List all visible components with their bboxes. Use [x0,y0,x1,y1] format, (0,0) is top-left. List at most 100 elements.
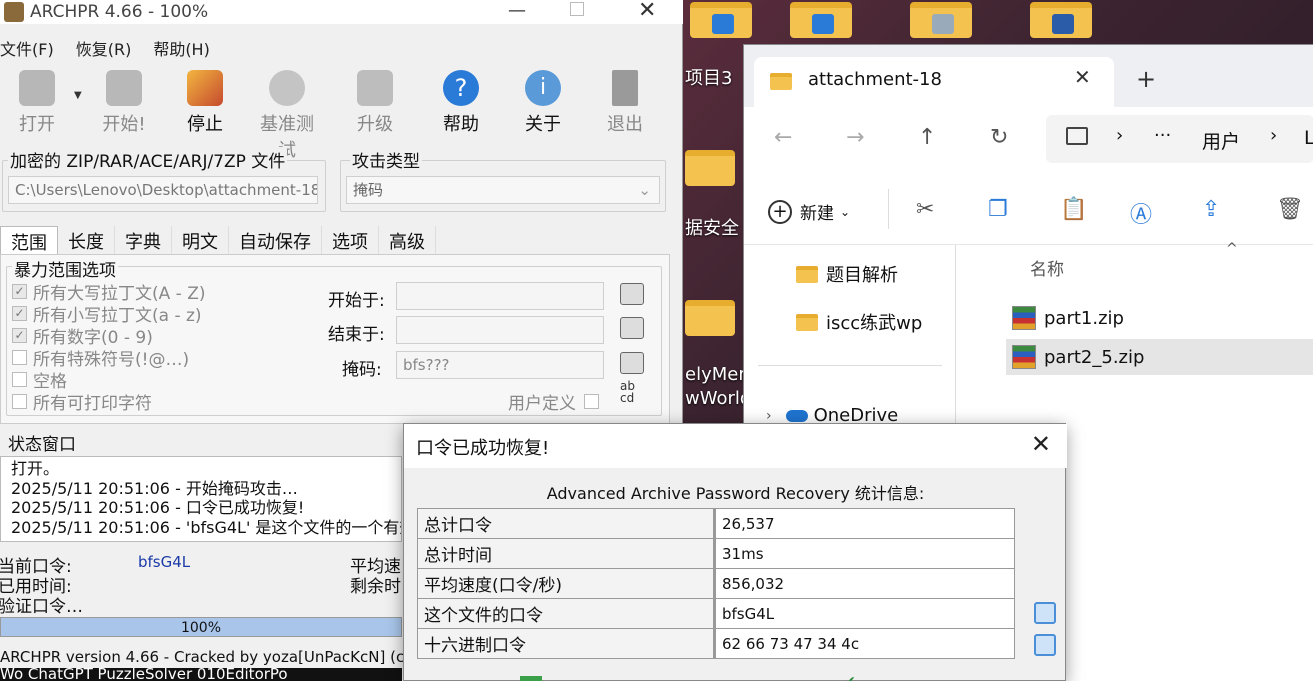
attack-type-label: 攻击类型 [350,147,422,172]
column-header-name[interactable]: 名称 [1030,255,1064,280]
tab-autosave[interactable]: 自动保存 [229,226,322,254]
file-item[interactable]: part1.zip [1012,301,1313,335]
exit-button[interactable]: 退出 [590,66,660,136]
copy-password-icon[interactable] [1034,602,1056,624]
back-arrow-icon[interactable]: ← [774,125,792,150]
tab-advanced[interactable]: 高级 [379,226,436,254]
status-log[interactable]: 打开。 2025/5/11 20:51:06 - 开始掩码攻击… 2025/5/… [0,456,402,542]
rename-icon[interactable]: Ⓐ [1130,197,1152,229]
folder-icon [770,73,792,90]
upgrade-button[interactable]: 升级 [340,66,410,136]
explorer-tab[interactable]: attachment-18 ✕ [754,57,1114,107]
copy-hex-icon[interactable] [1034,634,1056,656]
forward-arrow-icon[interactable]: → [846,125,864,150]
mask-label: 掩码: [342,360,382,380]
charset-lowercase-checkbox[interactable]: ✓ 所有小写拉丁文(a - z) [12,302,205,326]
desktop-label[interactable]: wWorld [685,388,751,409]
checkbox-icon [12,371,27,387]
file-item-selected[interactable]: part2_5.zip [1006,339,1313,375]
about-button[interactable]: i 关于 [508,66,578,136]
charset-printable-checkbox[interactable]: 所有可打印字符 [12,390,205,414]
checkbox-label: 所有可打印字符 [33,393,152,414]
nav-item-folder[interactable]: iscc练武wp [796,309,922,335]
tab-length[interactable]: 长度 [58,226,115,254]
minimize-icon[interactable]: — [508,0,526,21]
breadcrumb-trailing[interactable]: L [1304,127,1313,149]
start-button[interactable]: 开始! [89,66,159,136]
desktop-folder-icon[interactable] [690,2,752,38]
breadcrumb-users[interactable]: 用户 [1202,127,1240,154]
menu-help[interactable]: 帮助(H) [153,36,210,62]
archpr-app-icon [4,2,24,22]
user-defined-checkbox[interactable]: 用户定义 [508,390,599,414]
cut-icon[interactable]: ✂ [916,197,934,222]
toolbar-label: 升级 [357,114,393,135]
word-document-icon[interactable] [1030,2,1092,38]
title-bar: ARCHPR 4.66 - 100% — ✕ [0,0,683,24]
close-tab-icon[interactable]: ✕ [1074,65,1091,89]
explorer-nav-bar: ← → ↑ ↻ › ··· 用户 › L [744,107,1313,175]
stop-button[interactable]: 停止 [170,66,240,136]
charset-space-checkbox[interactable]: 空格 [12,368,205,392]
desktop-folder-icon[interactable] [910,2,972,38]
save-button-icon[interactable] [520,676,542,681]
taskbar-strip[interactable]: Wo ChatGPT PuzzleSolver 010EditorPo [0,668,402,681]
stat-key: 十六进制口令 [417,628,716,659]
paste-icon[interactable]: 📋 [1060,197,1087,222]
start-at-input[interactable] [396,282,604,310]
stat-value[interactable]: 31ms [714,538,1015,569]
charset-digits-checkbox[interactable]: ✓ 所有数字(0 - 9) [12,324,205,348]
desktop-folder-icon[interactable] [790,2,852,38]
end-at-label: 结束于: [328,325,385,345]
stat-value[interactable]: 62 66 73 47 34 4c [714,628,1015,659]
desktop-label[interactable]: 据安全 [685,214,739,240]
charset-picker-icon[interactable] [620,283,644,305]
charset-picker-icon[interactable] [620,317,644,339]
divider [888,189,889,229]
tab-dictionary[interactable]: 字典 [115,226,172,254]
breadcrumb-more[interactable]: ··· [1154,125,1171,146]
menu-file[interactable]: 文件(F) [0,36,54,62]
tab-options[interactable]: 选项 [322,226,379,254]
table-row: 总计口令 26,537 [417,508,1015,539]
delete-icon[interactable]: 🗑 [1276,197,1304,222]
explorer-tab-title: attachment-18 [808,69,942,90]
maximize-icon[interactable] [570,2,584,16]
copy-icon[interactable]: ❐ [988,197,1008,222]
password-recovered-dialog: 口令已成功恢复! ✕ Advanced Archive Password Rec… [403,423,1067,681]
checkbox-icon: ✓ [12,305,27,321]
tab-plaintext[interactable]: 明文 [172,226,229,254]
share-icon[interactable]: ⇪ [1202,197,1220,222]
desktop-folder-icon[interactable] [685,300,735,336]
charset-picker-icon[interactable] [620,352,644,374]
log-line: 2025/5/11 20:51:06 - 'bfsG4L' 是这个文件的一个有效… [11,517,401,537]
mask-input[interactable]: bfs??? [396,351,604,379]
nav-item-folder[interactable]: 题目解析 [796,261,898,287]
attack-type-select[interactable]: 掩码 ⌄ [346,176,660,204]
new-tab-plus-icon[interactable]: + [1136,65,1156,93]
new-button[interactable]: + 新建 ⌄ [768,199,850,224]
menu-recovery[interactable]: 恢复(R) [76,36,132,62]
end-at-input[interactable] [396,316,604,344]
stat-value[interactable]: bfsG4L [714,598,1015,629]
desktop-folder-icon[interactable] [685,150,735,186]
stat-value[interactable]: 26,537 [714,508,1015,539]
charset-uppercase-checkbox[interactable]: ✓ 所有大写拉丁文(A - Z) [12,280,205,304]
close-icon[interactable]: ✕ [1031,430,1051,458]
file-path-input[interactable]: C:\Users\Lenovo\Desktop\attachment-18\ [8,176,318,204]
refresh-icon[interactable]: ↻ [990,125,1008,150]
abc-icon[interactable]: ab cd [620,380,635,404]
close-icon[interactable]: ✕ [638,0,656,23]
tab-range[interactable]: 范围 [0,226,58,254]
dropdown-arrow-icon[interactable]: ▼ [74,90,82,101]
charset-special-checkbox[interactable]: 所有特殊符号(!@…) [12,346,205,370]
ok-check-icon[interactable]: ✔ [844,674,856,681]
file-name: part2_5.zip [1044,346,1145,368]
help-button[interactable]: ? 帮助 [426,66,496,136]
stat-value[interactable]: 856,032 [714,568,1015,599]
up-arrow-icon[interactable]: ↑ [918,125,936,150]
app-badge-icon [1052,14,1074,34]
desktop-label[interactable]: 项目3 [685,64,732,90]
address-bar[interactable]: › ··· 用户 › L [1046,115,1313,163]
open-button[interactable]: 打开 [2,66,72,136]
